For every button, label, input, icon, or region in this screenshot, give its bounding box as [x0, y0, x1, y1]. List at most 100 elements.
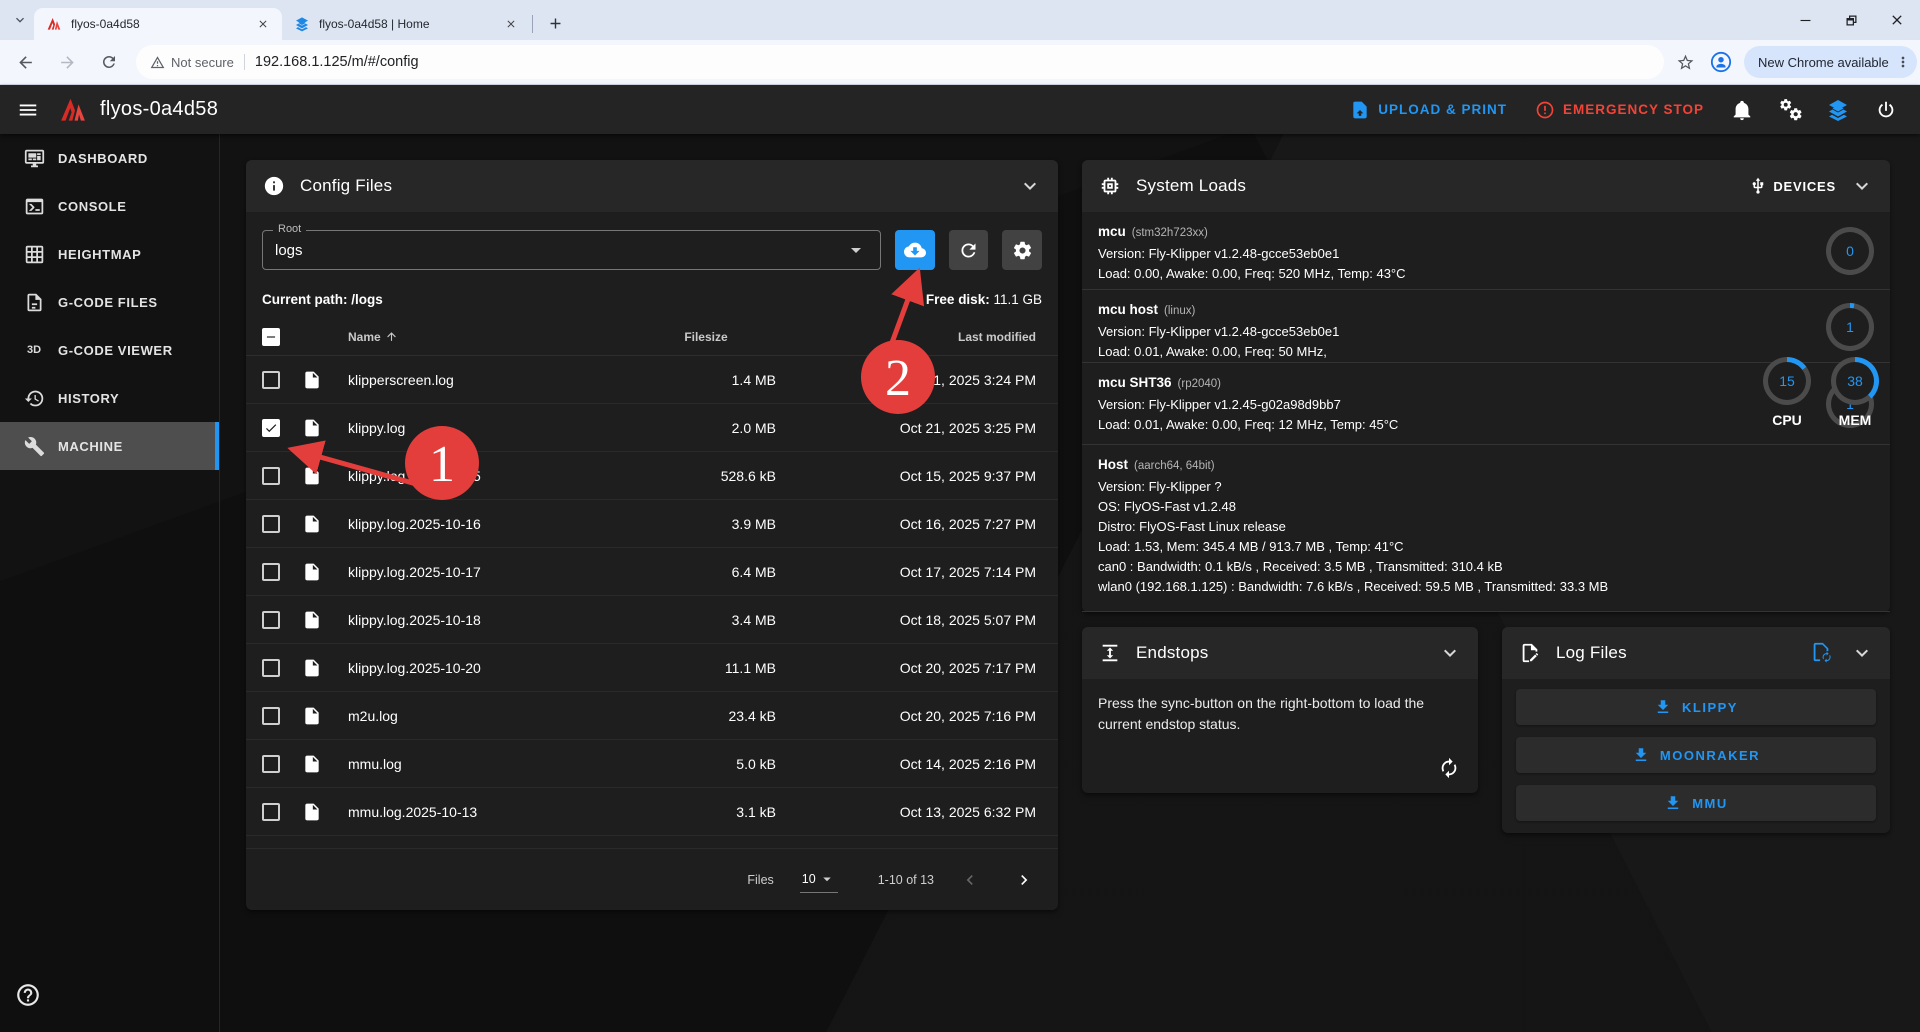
- notifications-bell-button[interactable]: [1722, 90, 1762, 130]
- collapse-chevron-icon[interactable]: [1438, 641, 1462, 665]
- cpu-gauge: 15: [1763, 357, 1811, 405]
- endstop-sync-button[interactable]: [1438, 757, 1462, 781]
- panel-title: Log Files: [1556, 643, 1627, 663]
- prev-page-button[interactable]: [952, 862, 988, 898]
- download-moonraker-log-button[interactable]: MOONRAKER: [1516, 737, 1876, 773]
- table-row[interactable]: klipperscreen.log 1.4 MB Oct 21, 2025 3:…: [246, 356, 1058, 404]
- settings-gears-button[interactable]: [1770, 90, 1810, 130]
- help-button[interactable]: [15, 982, 41, 1008]
- row-checkbox[interactable]: [262, 419, 280, 437]
- profile-icon[interactable]: [1708, 49, 1734, 75]
- refresh-button[interactable]: [949, 230, 989, 270]
- row-checkbox[interactable]: [262, 371, 280, 389]
- row-checkbox[interactable]: [262, 467, 280, 485]
- column-last-modified[interactable]: Last modified: [776, 330, 1036, 344]
- row-checkbox[interactable]: [262, 515, 280, 533]
- browser-menu-icon[interactable]: [1895, 54, 1911, 71]
- url-text: 192.168.1.125/m/#/config: [255, 54, 419, 70]
- sidebar-item-heightmap[interactable]: HEIGHTMAP: [0, 230, 219, 278]
- window-restore-button[interactable]: [1828, 0, 1874, 40]
- table-row[interactable]: m2u.log 23.4 kB Oct 20, 2025 7:16 PM: [246, 692, 1058, 740]
- collapse-chevron-icon[interactable]: [1850, 641, 1874, 665]
- sidebar-item-dashboard[interactable]: DASHBOARD: [0, 134, 219, 182]
- file-icon: [302, 754, 348, 774]
- rollover-logs-button[interactable]: [1810, 641, 1834, 665]
- chrome-update-chip[interactable]: New Chrome available: [1744, 46, 1917, 78]
- table-pagination: Files 10 1-10 of 13: [246, 848, 1058, 910]
- row-checkbox[interactable]: [262, 707, 280, 725]
- reload-button[interactable]: [92, 45, 126, 79]
- row-checkbox[interactable]: [262, 803, 280, 821]
- file-icon: [302, 706, 348, 726]
- table-row[interactable]: klippy.log.2025-10-16 3.9 MB Oct 16, 202…: [246, 500, 1058, 548]
- bookmark-star-icon[interactable]: [1672, 49, 1698, 75]
- select-all-checkbox[interactable]: [262, 328, 280, 346]
- column-filesize[interactable]: Filesize: [636, 330, 776, 344]
- power-button[interactable]: [1866, 90, 1906, 130]
- mcu-host-load-line: Load: 0.01, Awake: 0.00, Freq: 50 MHz,: [1098, 342, 1810, 362]
- row-checkbox[interactable]: [262, 563, 280, 581]
- per-page-select[interactable]: 10: [800, 866, 838, 893]
- download-icon: [1664, 794, 1682, 812]
- grid-icon: [22, 242, 46, 266]
- mcu-load-line: Load: 0.00, Awake: 0.00, Freq: 520 MHz, …: [1098, 264, 1810, 284]
- sidebar-item-machine[interactable]: MACHINE: [0, 422, 219, 470]
- flyos-logo[interactable]: [56, 93, 90, 127]
- panel-title: System Loads: [1136, 176, 1246, 196]
- browser-tab-inactive[interactable]: flyos-0a4d58 | Home: [282, 8, 530, 40]
- new-tab-button[interactable]: [541, 9, 569, 37]
- table-row[interactable]: klippy.log.2025-10-17 6.4 MB Oct 17, 202…: [246, 548, 1058, 596]
- address-bar[interactable]: Not secure 192.168.1.125/m/#/config: [136, 45, 1664, 79]
- tab-search-button[interactable]: [6, 6, 34, 34]
- endstop-icon: [1098, 641, 1122, 665]
- file-name: klippy.log: [348, 420, 636, 436]
- console-icon: [22, 194, 46, 218]
- file-modified: Oct 17, 2025 7:14 PM: [776, 564, 1036, 580]
- back-button[interactable]: [8, 45, 42, 79]
- file-name: mmu.log: [348, 756, 636, 772]
- browser-tab-active[interactable]: flyos-0a4d58: [34, 8, 282, 40]
- tab-close-icon[interactable]: [502, 15, 520, 33]
- file-settings-button[interactable]: [1002, 230, 1042, 270]
- table-row[interactable]: klippy.log.2025-10-20 11.1 MB Oct 20, 20…: [246, 644, 1058, 692]
- hamburger-menu-button[interactable]: [8, 90, 48, 130]
- column-name[interactable]: Name: [348, 330, 636, 344]
- dashboard-icon: [22, 146, 46, 170]
- table-row[interactable]: mmu.log 5.0 kB Oct 14, 2025 2:16 PM: [246, 740, 1058, 788]
- window-minimize-button[interactable]: [1782, 0, 1828, 40]
- row-checkbox[interactable]: [262, 659, 280, 677]
- upload-and-print-button[interactable]: UPLOAD & PRINT: [1340, 92, 1517, 128]
- tab-close-icon[interactable]: [254, 15, 272, 33]
- download-mmu-log-button[interactable]: MMU: [1516, 785, 1876, 821]
- sidebar-item-history[interactable]: HISTORY: [0, 374, 219, 422]
- table-row[interactable]: klippy.log.2025-10-18 3.4 MB Oct 18, 202…: [246, 596, 1058, 644]
- table-row[interactable]: klippy.log.2025-10-15 528.6 kB Oct 15, 2…: [246, 452, 1058, 500]
- not-secure-warning-icon: [150, 55, 165, 70]
- fluidd-favicon: [294, 16, 310, 32]
- sidebar-item-gcode-files[interactable]: G-CODE FILES: [0, 278, 219, 326]
- collapse-chevron-icon[interactable]: [1018, 174, 1042, 198]
- download-klippy-log-button[interactable]: KLIPPY: [1516, 689, 1876, 725]
- download-all-button[interactable]: [895, 230, 935, 270]
- devices-button[interactable]: DEVICES: [1749, 177, 1836, 195]
- emergency-stop-button[interactable]: EMERGENCY STOP: [1525, 92, 1714, 128]
- system-loads-panel: System Loads DEVICES mcu(stm32h723xx) Ve…: [1082, 160, 1890, 612]
- host-can0-line: can0 : Bandwidth: 0.1 kB/s , Received: 3…: [1098, 557, 1740, 577]
- forward-button[interactable]: [50, 45, 84, 79]
- root-select[interactable]: Root logs: [262, 230, 881, 270]
- mcu-host-version-line: Version: Fly-Klipper v1.2.48-gcce53eb0e1: [1098, 322, 1810, 342]
- window-close-button[interactable]: [1874, 0, 1920, 40]
- sidebar-item-gcode-viewer[interactable]: 3D G-CODE VIEWER: [0, 326, 219, 374]
- sidebar-item-console[interactable]: CONSOLE: [0, 182, 219, 230]
- table-row[interactable]: klippy.log 2.0 MB Oct 21, 2025 3:25 PM: [246, 404, 1058, 452]
- row-checkbox[interactable]: [262, 611, 280, 629]
- download-icon: [1632, 746, 1650, 764]
- layers-button[interactable]: [1818, 90, 1858, 130]
- collapse-chevron-icon[interactable]: [1850, 174, 1874, 198]
- next-page-button[interactable]: [1006, 862, 1042, 898]
- tab-title: flyos-0a4d58 | Home: [319, 17, 502, 31]
- security-label: Not secure: [171, 55, 234, 70]
- row-checkbox[interactable]: [262, 755, 280, 773]
- file-size: 528.6 kB: [636, 468, 776, 484]
- table-row[interactable]: mmu.log.2025-10-13 3.1 kB Oct 13, 2025 6…: [246, 788, 1058, 836]
